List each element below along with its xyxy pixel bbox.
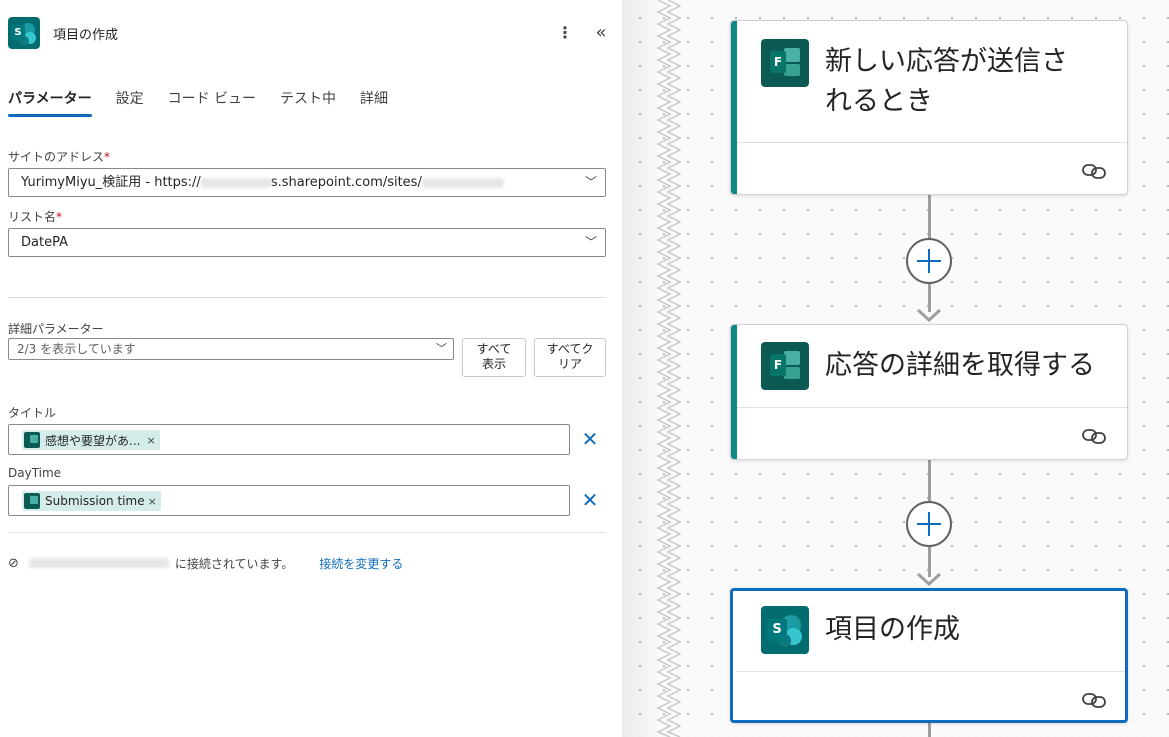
link-icon[interactable] — [1081, 162, 1107, 180]
list-name-label: リスト名* — [8, 208, 62, 225]
site-address-dropdown[interactable]: YurimyMiyu_検証用 - https:// s.sharepoint.co… — [8, 168, 606, 197]
show-all-label-line1: すべて — [476, 342, 512, 356]
tab-details[interactable]: 詳細 — [360, 88, 388, 117]
show-all-label-line2: 表示 — [481, 357, 506, 371]
arrow-down-icon — [916, 308, 942, 322]
close-icon[interactable]: × — [148, 495, 157, 508]
advanced-params-label: 詳細パラメーター — [8, 322, 104, 336]
add-step-button[interactable] — [906, 238, 952, 284]
sharepoint-icon: S — [761, 606, 809, 654]
link-icon[interactable] — [1081, 427, 1107, 445]
card-footer — [737, 407, 1127, 459]
advanced-params-dropdown[interactable]: 2/3 を表示しています ﹀ — [8, 338, 454, 360]
show-all-button[interactable]: すべて 表示 — [462, 338, 526, 377]
panel-tabs: パラメーター 設定 コード ビュー テスト中 詳細 — [8, 88, 412, 117]
more-vertical-icon[interactable]: ⋮ — [556, 22, 574, 44]
card-title-line2: れるとき — [825, 86, 933, 117]
dynamic-content-token[interactable]: 感想や要望があ... × — [22, 430, 160, 450]
connector-line — [928, 722, 931, 737]
site-address-value-mid: s.sharepoint.com/sites/ — [270, 175, 422, 190]
tab-settings[interactable]: 設定 — [116, 88, 144, 117]
clear-all-label-line1: すべてク — [546, 342, 594, 356]
connection-status: に接続されています。 — [174, 556, 294, 571]
close-icon[interactable]: × — [146, 434, 155, 447]
required-mark: * — [56, 210, 63, 224]
list-name-dropdown[interactable]: DatePA ﹀ — [8, 228, 606, 257]
daytime-field-label: DayTime — [8, 466, 62, 480]
advanced-params-value: 2/3 を表示しています — [17, 342, 136, 356]
microsoft-forms-icon — [24, 493, 40, 509]
card-title: 応答の詳細を取得する — [825, 350, 1095, 381]
token-label: 感想や要望があ... — [45, 433, 141, 448]
chevron-down-icon: ﹀ — [584, 235, 597, 249]
chevron-double-left-icon[interactable]: « — [590, 22, 612, 44]
connection-info: ⊘ に接続されています。 接続を変更する — [8, 554, 403, 572]
change-connection-link[interactable]: 接続を変更する — [319, 555, 403, 572]
canvas-torn-edge — [656, 0, 682, 737]
chevron-down-icon: ﹀ — [584, 175, 597, 189]
tab-parameters[interactable]: パラメーター — [8, 88, 92, 117]
flow-step-card-trigger[interactable]: F 新しい応答が送信さ れるとき — [730, 20, 1128, 195]
microsoft-forms-icon: F — [761, 39, 809, 87]
tab-code-view[interactable]: コード ビュー — [168, 88, 256, 117]
card-title-line1: 新しい応答が送信さ — [825, 46, 1068, 77]
site-address-value-prefix: YurimyMiyu_検証用 - https:// — [21, 175, 201, 190]
divider — [8, 532, 606, 533]
panel-title: 項目の作成 — [53, 27, 119, 43]
arrow-down-icon — [916, 572, 942, 586]
list-name-label-text: リスト名 — [8, 210, 57, 224]
microsoft-forms-icon: F — [761, 342, 809, 390]
chevron-down-icon: ﹀ — [436, 342, 447, 355]
clear-field-icon[interactable]: ✕ — [580, 490, 600, 510]
clear-all-label-line2: リア — [557, 357, 582, 371]
redacted-text — [28, 558, 169, 568]
card-footer — [737, 142, 1127, 194]
clear-all-button[interactable]: すべてク リア — [534, 338, 606, 377]
daytime-field-input[interactable]: Submission time × — [8, 485, 570, 516]
redacted-text — [421, 177, 504, 188]
flow-step-card-create-item[interactable]: S 項目の作成 — [730, 588, 1128, 723]
add-step-button[interactable] — [906, 501, 952, 547]
title-field-label: タイトル — [8, 406, 57, 420]
divider — [8, 297, 606, 298]
card-title: 項目の作成 — [825, 614, 960, 645]
action-config-panel: S 項目の作成 ⋮ « パラメーター 設定 コード ビュー テスト中 詳細 サイ… — [0, 0, 622, 737]
site-address-label: サイトのアドレス* — [8, 148, 110, 165]
token-label: Submission time — [45, 494, 145, 508]
sharepoint-icon: S — [8, 17, 40, 49]
title-field-input[interactable]: 感想や要望があ... × — [8, 424, 570, 455]
link-icon[interactable] — [1081, 691, 1107, 709]
microsoft-forms-icon — [24, 432, 40, 448]
redacted-text — [200, 177, 271, 188]
card-title: 新しい応答が送信さ れるとき — [825, 42, 1068, 122]
clear-field-icon[interactable]: ✕ — [580, 429, 600, 449]
tab-testing[interactable]: テスト中 — [280, 88, 336, 117]
panel-header: S 項目の作成 — [8, 17, 118, 49]
list-name-value: DatePA — [21, 235, 68, 250]
link-icon: ⊘ — [8, 555, 19, 571]
required-mark: * — [104, 150, 111, 164]
flow-step-card-get-response[interactable]: F 応答の詳細を取得する — [730, 324, 1128, 460]
dynamic-content-token[interactable]: Submission time × — [22, 491, 161, 511]
site-address-label-text: サイトのアドレス — [8, 150, 105, 164]
card-footer — [737, 671, 1125, 720]
